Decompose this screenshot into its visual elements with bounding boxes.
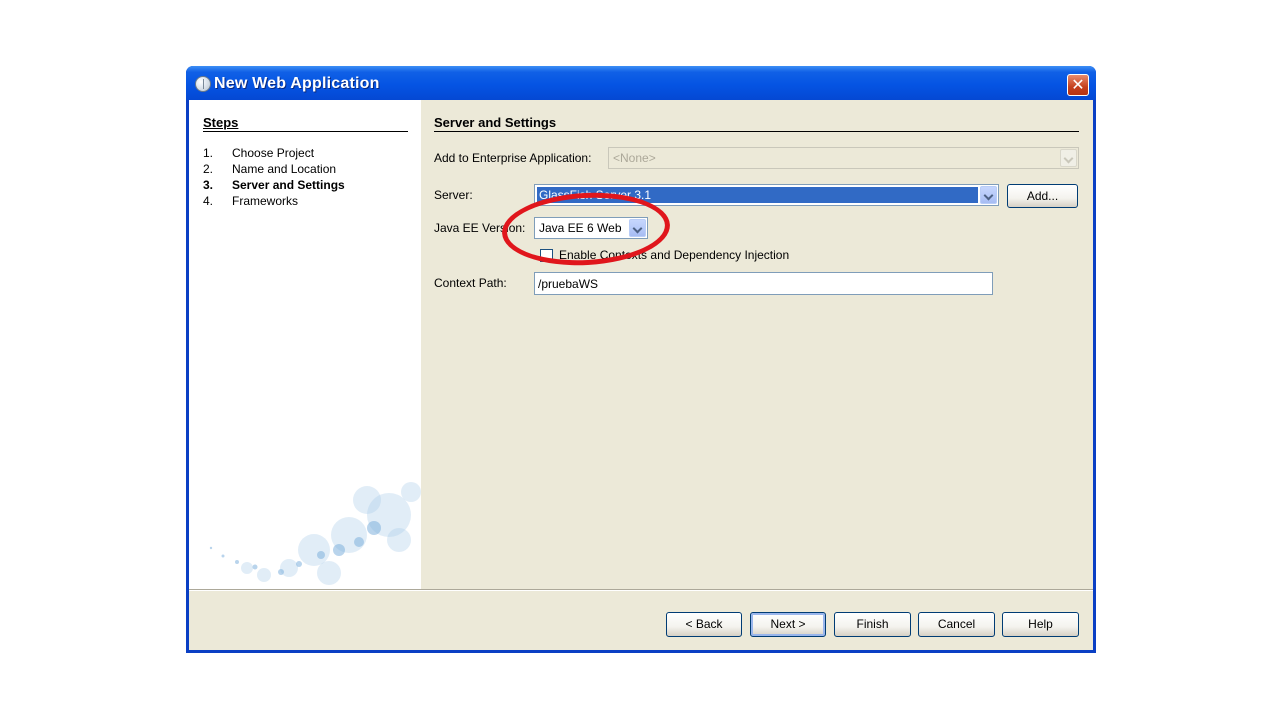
button-bar-divider [189,589,1093,591]
chevron-down-icon[interactable] [629,219,646,237]
cdi-checkbox[interactable] [540,249,553,262]
step-frameworks: 4. Frameworks [203,194,298,208]
section-divider [434,131,1079,132]
javaee-version-label: Java EE Version: [434,221,526,235]
steps-heading: Steps [203,115,239,130]
help-button[interactable]: Help [1002,612,1079,637]
finish-button[interactable]: Finish [834,612,911,637]
step-number: 2. [203,162,214,176]
server-value: GlassFish Server 3.1 [539,188,652,202]
steps-divider [203,131,408,132]
back-button[interactable]: < Back [666,612,742,637]
dialog-client-area: Steps 1. Choose Project 2. Name and Locati… [189,100,1093,650]
server-selection-highlight: GlassFish Server 3.1 [537,187,978,203]
settings-panel: Server and Settings Add to Enterprise Ap… [421,100,1093,589]
context-path-label: Context Path: [434,276,507,290]
steps-panel: Steps 1. Choose Project 2. Name and Locati… [189,100,421,589]
close-button[interactable]: ✕ [1067,74,1089,96]
enterprise-app-dropdown: <None> [608,147,1079,169]
section-heading: Server and Settings [434,115,557,130]
netbeans-cube-icon [195,76,211,92]
server-label: Server: [434,188,473,202]
server-dropdown[interactable]: GlassFish Server 3.1 [534,184,999,206]
cancel-button[interactable]: Cancel [918,612,995,637]
dialog-window: New Web Application ✕ Steps 1. Choose Pro… [186,66,1096,653]
step-number: 1. [203,146,214,160]
title-bar[interactable]: New Web Application ✕ [186,66,1096,100]
context-path-value: /pruebaWS [538,277,599,291]
enterprise-app-value: <None> [613,151,656,165]
chevron-down-icon [1060,149,1077,167]
step-label: Frameworks [232,194,299,208]
cdi-checkbox-label[interactable]: Enable Contexts and Dependency Injection [559,248,789,262]
step-choose-project: 1. Choose Project [203,146,314,160]
step-label: Server and Settings [232,178,345,192]
add-server-button[interactable]: Add... [1007,184,1078,208]
step-label: Choose Project [232,146,315,160]
step-number: 3. [203,178,214,192]
next-button[interactable]: Next > [750,612,826,637]
enterprise-app-label: Add to Enterprise Application: [434,151,592,165]
step-server-settings: 3. Server and Settings [203,178,345,192]
context-path-input[interactable]: /pruebaWS [534,272,993,295]
step-name-location: 2. Name and Location [203,162,336,176]
step-number: 4. [203,194,214,208]
window-title: New Web Application [214,75,380,92]
step-label: Name and Location [232,162,337,176]
decorative-bubbles-graphic [209,482,421,585]
chevron-down-icon[interactable] [980,186,997,204]
javaee-version-dropdown[interactable]: Java EE 6 Web [534,217,648,239]
javaee-version-value: Java EE 6 Web [539,221,622,235]
